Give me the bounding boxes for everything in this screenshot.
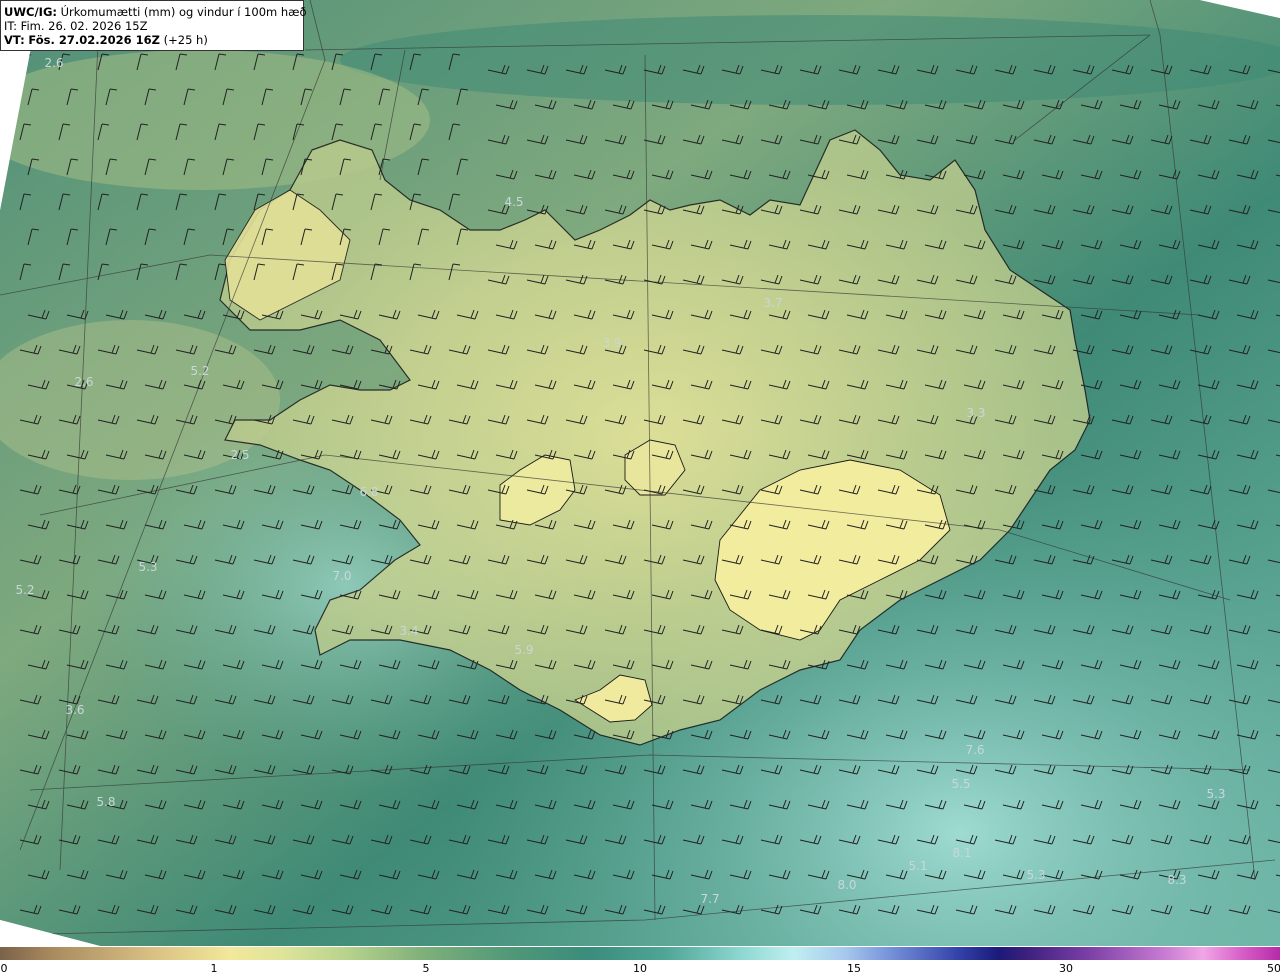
precip-value-label: 7.0: [332, 569, 352, 583]
title-row: UWC/IG: Úrkomumætti (mm) og vindur í 100…: [4, 5, 307, 19]
valid-offset: (+25 h): [163, 33, 208, 47]
precip-value-label: 4.5: [504, 195, 524, 209]
precip-value-label: 2.5: [230, 448, 250, 462]
precipitation-map: [0, 0, 1280, 946]
precip-value-label: 7.7: [700, 892, 720, 906]
precip-value-label: 3.9: [602, 336, 622, 350]
precip-value-label: 3.6: [65, 703, 85, 717]
precip-value-label: 5.3: [1026, 868, 1046, 882]
colorbar-tick-label: 50: [1267, 962, 1280, 975]
colorbar-tick-label: 0: [0, 962, 8, 975]
precip-value-label: 8.3: [1167, 873, 1187, 887]
precip-value-label: 5.3: [138, 560, 158, 574]
precip-value-label: 7.6: [965, 743, 985, 757]
valid-time: Fös. 27.02.2026 16Z: [28, 33, 160, 47]
precip-value-label: 3.7: [763, 296, 783, 310]
precip-value-label: 8.1: [952, 846, 972, 860]
init-time: IT: Fim. 26. 02. 2026 15Z: [4, 19, 148, 33]
precip-value-label: 8.0: [837, 878, 857, 892]
precip-value-label: 5.8: [96, 795, 116, 809]
valid-time-row: VT: Fös. 27.02.2026 16Z (+25 h): [4, 33, 300, 47]
precip-value-label: 5.5: [951, 777, 971, 791]
precip-value-label: 5.1: [908, 859, 928, 873]
colorbar-tick-label: 15: [847, 962, 861, 975]
map-title: Úrkomumætti (mm) og vindur í 100m hæð: [60, 5, 307, 19]
precip-value-label: 5.3: [1206, 787, 1226, 801]
colorbar-tick-label: 10: [633, 962, 647, 975]
map-area: 2.6 4.5 3.7 3.9 2.6 5.2 3.3 2.5 6.8 5.3 7.0 5.2 3.4 5…: [0, 0, 1280, 946]
precip-value-label: 3.3: [966, 406, 986, 420]
precip-value-label: 5.9: [514, 643, 534, 657]
precip-value-label: 6.8: [359, 485, 379, 499]
map-header: UWC/IG: Úrkomumætti (mm) og vindur í 100…: [0, 0, 307, 51]
valid-prefix: VT:: [4, 33, 25, 47]
precip-value-label: 3.4: [399, 624, 419, 638]
model-name: UWC/IG:: [4, 5, 57, 19]
precip-value-label: 5.2: [190, 364, 210, 378]
precip-value-label: 2.6: [74, 375, 94, 389]
colorbar-tick-label: 30: [1059, 962, 1073, 975]
precip-value-label: 5.2: [15, 583, 35, 597]
colorbar-tick-label: 5: [422, 962, 430, 975]
precip-colorbar: [0, 947, 1280, 960]
colorbar-tick-label: 1: [210, 962, 218, 975]
precip-value-label: 2.6: [44, 56, 64, 70]
